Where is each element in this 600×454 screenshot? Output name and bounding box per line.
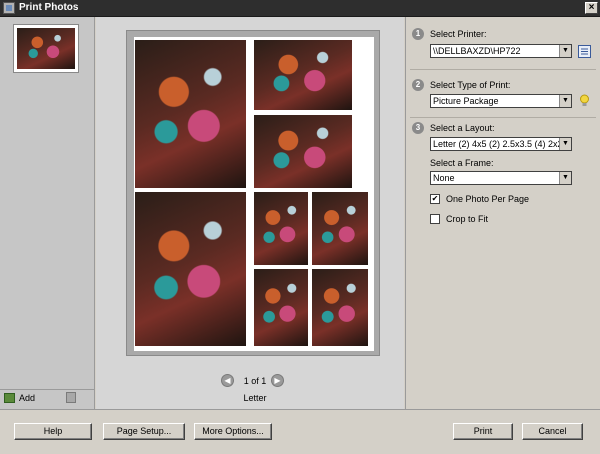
add-label: Add	[19, 393, 36, 403]
chevron-down-icon: ▼	[559, 45, 571, 57]
frame-value: None	[433, 173, 455, 183]
package-photo	[312, 192, 368, 265]
page-indicator: 1 of 1	[243, 376, 267, 386]
button-bar: Help Page Setup... More Options... Print…	[0, 409, 600, 454]
chevron-down-icon: ▼	[559, 138, 571, 150]
next-page-button[interactable]: ▶	[271, 374, 284, 387]
divider	[410, 69, 596, 70]
one-photo-per-page-checkbox[interactable]: ✔	[430, 194, 440, 204]
printer-value: \\DELLBAXZD\HP722	[433, 46, 521, 56]
paper-size-label: Letter	[243, 393, 267, 403]
previous-page-button[interactable]: ◀	[221, 374, 234, 387]
add-photo-icon	[4, 393, 15, 403]
preview-area: ◀ 1 of 1 ▶ Letter	[96, 17, 404, 409]
add-button[interactable]: Add	[4, 392, 44, 406]
layout-dropdown[interactable]: Letter (2) 4x5 (2) 2.5x3.5 (4) 2x2.5 ▼	[430, 137, 572, 151]
package-photo	[254, 269, 308, 346]
print-button[interactable]: Print	[453, 423, 513, 440]
chevron-down-icon: ▼	[559, 95, 571, 107]
print-type-value: Picture Package	[433, 96, 499, 106]
trash-icon[interactable]	[66, 392, 76, 403]
layout-value: Letter (2) 4x5 (2) 2.5x3.5 (4) 2x2.5	[433, 139, 559, 149]
select-layout-label: Select a Layout:	[430, 123, 495, 133]
step-2-badge: 2	[412, 79, 424, 91]
select-print-type-label: Select Type of Print:	[430, 80, 511, 90]
divider	[410, 117, 596, 118]
close-button[interactable]: ×	[585, 2, 598, 14]
package-photo	[254, 192, 308, 265]
select-frame-label: Select a Frame:	[430, 158, 494, 168]
select-printer-label: Select Printer:	[430, 29, 487, 39]
package-photo	[135, 40, 246, 188]
printer-properties-icon[interactable]	[578, 45, 591, 58]
print-type-dropdown[interactable]: Picture Package ▼	[430, 94, 572, 108]
page-setup-button[interactable]: Page Setup...	[103, 423, 185, 440]
title-bar: Print Photos ×	[0, 0, 600, 17]
package-photo	[254, 115, 352, 188]
one-photo-per-page-label: One Photo Per Page	[446, 194, 530, 204]
help-button[interactable]: Help	[14, 423, 92, 440]
cancel-button[interactable]: Cancel	[522, 423, 583, 440]
package-photo	[312, 269, 368, 346]
app-icon	[3, 2, 15, 14]
package-photo	[135, 192, 246, 346]
package-photo	[254, 40, 352, 110]
thumbnail-panel: Add	[0, 17, 95, 409]
step-3-badge: 3	[412, 122, 424, 134]
page-preview	[126, 30, 380, 356]
frame-dropdown[interactable]: None ▼	[430, 171, 572, 185]
more-options-button[interactable]: More Options...	[194, 423, 272, 440]
lightbulb-icon[interactable]	[578, 94, 591, 107]
step-1-badge: 1	[412, 28, 424, 40]
paper	[134, 37, 374, 351]
divider	[0, 389, 95, 390]
settings-panel: 1 Select Printer: \\DELLBAXZD\HP722 ▼ 2 …	[405, 17, 600, 409]
page-navigator: ◀ 1 of 1 ▶	[221, 374, 289, 389]
printer-dropdown[interactable]: \\DELLBAXZD\HP722 ▼	[430, 44, 572, 58]
window-title: Print Photos	[19, 2, 79, 13]
crop-to-fit-label: Crop to Fit	[446, 214, 489, 224]
crop-to-fit-checkbox[interactable]	[430, 214, 440, 224]
chevron-down-icon: ▼	[559, 172, 571, 184]
photo-thumbnail[interactable]	[13, 24, 79, 73]
